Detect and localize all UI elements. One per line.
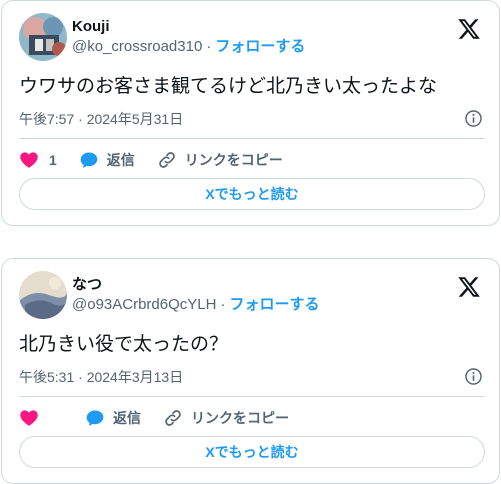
reply-label: 返信 bbox=[106, 152, 135, 168]
copy-link-label: リンクをコピー bbox=[184, 152, 283, 168]
embedded-tweets: Kouji @ko_crossroad310 · フォローする ウワサのお客さま観て… bbox=[0, 0, 501, 484]
like-count: 1 bbox=[49, 152, 57, 168]
action-bar: 1 返信 リンクをコピー bbox=[19, 146, 485, 174]
x-logo-icon[interactable] bbox=[457, 17, 481, 41]
author-info: なつ @o93ACrbrd6QcYLH · フォローする bbox=[72, 275, 319, 315]
info-icon[interactable] bbox=[464, 367, 483, 386]
divider bbox=[19, 396, 485, 397]
heart-icon bbox=[20, 410, 38, 426]
handle[interactable]: @o93ACrbrd6QcYLH bbox=[72, 296, 216, 313]
follow-button[interactable]: フォローする bbox=[229, 296, 319, 313]
tweet-header: なつ @o93ACrbrd6QcYLH · フォローする bbox=[19, 271, 485, 321]
handle-row: @ko_crossroad310 · フォローする bbox=[72, 37, 305, 57]
tweet-card: なつ @o93ACrbrd6QcYLH · フォローする 北乃きい役で太ったの？ 午… bbox=[1, 258, 500, 484]
avatar-image bbox=[19, 271, 67, 319]
tweet-text: 北乃きい役で太ったの？ bbox=[19, 334, 229, 355]
link-icon bbox=[159, 152, 175, 168]
reply-bubble-icon bbox=[86, 410, 104, 426]
timestamp[interactable]: 午後7:57 · 2024年5月31日 bbox=[19, 111, 183, 127]
separator-dot: · bbox=[206, 38, 212, 55]
separator-dot: · bbox=[220, 296, 226, 313]
reply-button[interactable]: 返信 bbox=[79, 150, 135, 170]
tweet-text: ウワサのお客さま観てるけど北乃きい太ったよな bbox=[19, 76, 438, 97]
reply-button[interactable]: 返信 bbox=[85, 408, 141, 428]
action-bar: 返信 リンクをコピー bbox=[19, 404, 485, 432]
copy-link-button[interactable]: リンクをコピー bbox=[157, 150, 283, 170]
timestamp[interactable]: 午後5:31 · 2024年3月13日 bbox=[19, 369, 183, 385]
copy-link-button[interactable]: リンクをコピー bbox=[163, 408, 289, 428]
tweet-meta: 午後5:31 · 2024年3月13日 bbox=[19, 367, 485, 387]
divider bbox=[19, 138, 485, 139]
author-info: Kouji @ko_crossroad310 · フォローする bbox=[72, 17, 305, 57]
x-logo-icon[interactable] bbox=[457, 275, 481, 299]
tweet-header: Kouji @ko_crossroad310 · フォローする bbox=[19, 13, 485, 63]
avatar-image bbox=[19, 13, 67, 61]
heart-icon bbox=[20, 152, 38, 168]
avatar[interactable] bbox=[19, 271, 67, 319]
follow-button[interactable]: フォローする bbox=[215, 38, 305, 55]
read-more-button[interactable]: Xでもっと読む bbox=[19, 436, 485, 468]
like-button[interactable]: 1 bbox=[19, 150, 57, 170]
tweet-card: Kouji @ko_crossroad310 · フォローする ウワサのお客さま観て… bbox=[1, 0, 500, 226]
read-more-button[interactable]: Xでもっと読む bbox=[19, 178, 485, 210]
reply-bubble-icon bbox=[80, 152, 98, 168]
display-name[interactable]: なつ bbox=[72, 275, 319, 295]
tweet-meta: 午後7:57 · 2024年5月31日 bbox=[19, 109, 485, 129]
avatar[interactable] bbox=[19, 13, 67, 61]
copy-link-label: リンクをコピー bbox=[191, 410, 289, 426]
display-name[interactable]: Kouji bbox=[72, 17, 305, 37]
like-button[interactable] bbox=[19, 408, 49, 428]
link-icon bbox=[165, 410, 181, 426]
info-icon[interactable] bbox=[464, 109, 483, 128]
handle-row: @o93ACrbrd6QcYLH · フォローする bbox=[72, 295, 319, 315]
reply-label: 返信 bbox=[113, 410, 141, 426]
handle[interactable]: @ko_crossroad310 bbox=[72, 38, 202, 55]
